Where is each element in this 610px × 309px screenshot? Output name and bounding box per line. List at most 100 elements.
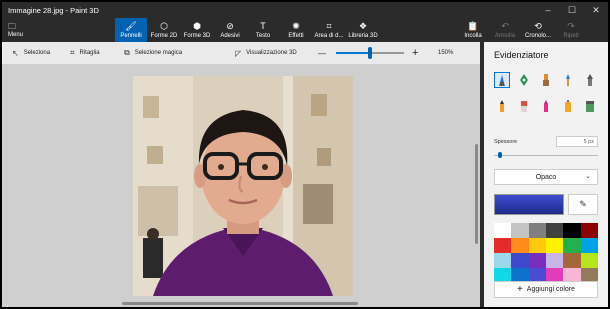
current-color-swatch[interactable]	[494, 194, 564, 215]
brush-pencil[interactable]	[494, 98, 510, 114]
color-swatch[interactable]	[494, 238, 512, 253]
eyedropper-icon: ✎	[579, 199, 587, 209]
brush-fill[interactable]	[582, 98, 598, 114]
zoom-slider-thumb[interactable]	[368, 47, 372, 59]
cube-icon: ⬢	[193, 20, 201, 31]
magic-select-label: Selezione magica	[134, 50, 183, 56]
add-color-button[interactable]: + Aggiungi colore	[494, 281, 598, 298]
redo-label: Ripeti	[563, 32, 579, 39]
brush-watercolor[interactable]	[560, 72, 576, 88]
color-swatch[interactable]	[511, 223, 529, 238]
redo-button[interactable]: ↷ Ripeti	[558, 18, 584, 42]
maximize-button[interactable]: ☐	[560, 2, 584, 18]
chevron-down-icon: ⌄	[585, 173, 591, 180]
brush-eraser[interactable]	[516, 98, 532, 114]
sticker-icon: ⊘	[226, 20, 234, 31]
tool-adesivi[interactable]: ⊘ Adesivi	[214, 18, 246, 42]
brush-spray[interactable]	[560, 98, 576, 114]
color-swatch[interactable]	[511, 238, 529, 253]
minimize-icon: –	[545, 5, 551, 15]
brush-pixel-pen[interactable]	[582, 72, 598, 88]
eyedropper-button[interactable]: ✎	[568, 194, 598, 215]
oil-brush-icon	[543, 74, 549, 86]
magic-select-icon: ⧉	[124, 48, 130, 57]
menu-button[interactable]: 🗀 Menu	[8, 18, 23, 42]
tool-area-di-disegno[interactable]: ⌗ Area di d...	[313, 18, 345, 42]
portrait-image	[133, 76, 353, 296]
pencil-icon	[500, 100, 504, 112]
thickness-input[interactable]: 5 px	[556, 136, 598, 147]
paste-button[interactable]: 📋 Incolla	[460, 18, 486, 42]
brush-icon: 🖌	[125, 20, 137, 31]
menu-label: Menu	[8, 32, 24, 38]
select-button[interactable]: ↖ Seleziona	[12, 42, 50, 64]
zoom-level: 150%	[438, 42, 453, 64]
tool-label: Forme 2D	[150, 32, 178, 39]
tool-label: Forme 3D	[183, 32, 211, 39]
tool-label: Libreria 3D	[348, 32, 378, 39]
tool-forme-2d[interactable]: ⬡ Forme 2D	[148, 18, 180, 42]
minimize-button[interactable]: –	[536, 2, 560, 18]
color-swatch[interactable]	[494, 253, 512, 268]
color-swatch[interactable]	[528, 238, 546, 253]
text-icon: T	[260, 20, 266, 31]
brush-panel: Evidenziatore Spessore 5 px Opaco ⌄ ✎ + …	[484, 42, 608, 307]
color-swatch[interactable]	[528, 223, 546, 238]
tool-testo[interactable]: T Testo	[247, 18, 279, 42]
zoom-in-button[interactable]: +	[412, 42, 418, 64]
tool-effetti[interactable]: ✺ Effetti	[280, 18, 312, 42]
color-swatch[interactable]	[545, 238, 564, 253]
view-3d-icon: ◸	[235, 48, 242, 58]
color-swatch[interactable]	[580, 223, 598, 238]
magic-select-button[interactable]: ⧉ Selezione magica	[124, 42, 182, 64]
crop-button[interactable]: ⌗ Ritaglia	[70, 42, 100, 64]
color-swatch[interactable]	[580, 238, 598, 253]
command-bar: 🗀 Menu 🖌 Pennelli ⬡ Forme 2D ⬢ Forme 3D …	[2, 18, 608, 42]
panel-title: Evidenziatore	[494, 50, 549, 60]
tool-label: Adesivi	[220, 32, 240, 39]
color-swatch[interactable]	[545, 223, 564, 238]
color-swatch[interactable]	[494, 223, 512, 238]
maximize-icon: ☐	[567, 4, 577, 15]
opacity-label: Opaco	[535, 173, 557, 181]
close-button[interactable]: ✕	[584, 2, 608, 18]
crop-icon: ⌗	[70, 48, 75, 57]
horizontal-scrollbar[interactable]	[122, 302, 358, 305]
undo-icon: ↶	[501, 20, 509, 31]
paste-icon: 📋	[467, 20, 479, 31]
view-3d-toggle[interactable]: ◸ Visualizzazione 3D	[235, 42, 297, 64]
opacity-dropdown[interactable]: Opaco ⌄	[494, 169, 598, 185]
zoom-out-button[interactable]: —	[318, 42, 326, 64]
color-swatch[interactable]	[545, 253, 564, 268]
tool-forme-3d[interactable]: ⬢ Forme 3D	[181, 18, 213, 42]
history-button[interactable]: ⟲ Cronolo...	[523, 18, 553, 42]
canvas-icon: ⌗	[326, 20, 332, 31]
tool-pennelli[interactable]: 🖌 Pennelli	[115, 18, 147, 42]
undo-label: Annulla	[494, 32, 515, 39]
eraser-icon	[521, 101, 527, 112]
brush-crayon[interactable]	[538, 98, 554, 114]
redo-icon: ↷	[567, 20, 575, 31]
selection-toolbar: ↖ Seleziona ⌗ Ritaglia ⧉ Selezione magic…	[2, 42, 480, 64]
canvas-photo[interactable]	[133, 76, 353, 296]
fill-icon	[586, 101, 594, 112]
tool-label: Testo	[255, 32, 271, 39]
brush-calligraphy[interactable]	[516, 72, 532, 88]
color-swatch[interactable]	[563, 238, 581, 253]
color-swatch[interactable]	[511, 253, 529, 268]
color-swatch[interactable]	[563, 223, 581, 238]
color-swatch[interactable]	[528, 253, 546, 268]
brush-oil[interactable]	[538, 72, 554, 88]
thickness-slider-track[interactable]	[494, 155, 598, 156]
undo-button[interactable]: ↶ Annulla	[492, 18, 518, 42]
canvas-area[interactable]	[2, 64, 480, 307]
brush-marker[interactable]	[494, 72, 510, 88]
thickness-slider-thumb[interactable]	[498, 152, 502, 158]
vertical-scrollbar[interactable]	[475, 144, 478, 244]
tool-libreria-3d[interactable]: ❖ Libreria 3D	[346, 18, 380, 42]
color-swatch[interactable]	[580, 253, 598, 268]
select-label: Seleziona	[23, 50, 51, 56]
tool-label: Pennelli	[120, 32, 142, 39]
zoom-level-value: 150%	[438, 50, 454, 56]
color-swatch[interactable]	[563, 253, 581, 268]
